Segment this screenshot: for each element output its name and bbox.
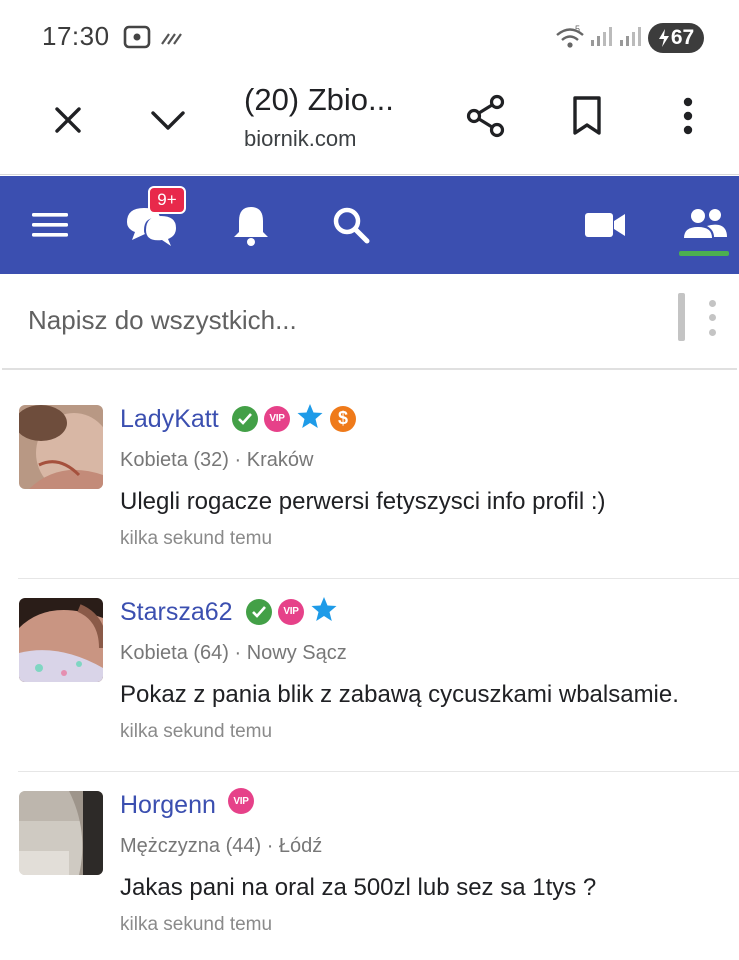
broadcast-message-input[interactable] <box>28 300 628 340</box>
people-icon <box>684 209 727 238</box>
star-icon <box>296 402 324 435</box>
compose-divider <box>678 293 685 341</box>
more-vert-icon <box>708 299 716 307</box>
avatar[interactable] <box>19 405 103 489</box>
feed-post[interactable]: LadyKatt VIP $ Kobieta (32) · Kraków Ule… <box>0 375 739 567</box>
search-icon <box>333 207 370 244</box>
status-bar: 17:30 5 67 <box>0 0 739 74</box>
share-icon <box>466 94 505 138</box>
user-meta: Kobieta (32) · Kraków <box>120 449 314 471</box>
vip-icon: VIP <box>264 405 290 432</box>
post-time: kilka sekund temu <box>120 528 273 549</box>
verified-icon <box>232 405 258 432</box>
compose-more-button[interactable] <box>702 296 722 340</box>
menu-button[interactable] <box>26 202 74 248</box>
site-navigation <box>0 176 739 274</box>
close-icon <box>55 107 81 133</box>
battery-indicator: 67 <box>648 23 704 53</box>
page-url[interactable]: biornik.com <box>244 126 356 152</box>
star-icon <box>310 595 338 628</box>
minimize-custom-tab-button[interactable] <box>144 96 192 144</box>
close-tab-button[interactable] <box>44 96 92 144</box>
compose-bar <box>2 276 737 370</box>
page-title: (20) Zbio... <box>244 82 394 117</box>
user-badges: VIP <box>246 595 338 628</box>
user-badges: VIP <box>228 788 254 814</box>
username-link[interactable]: LadyKatt <box>120 405 219 434</box>
signal-icon <box>618 22 642 57</box>
username-link[interactable]: Starsza62 <box>120 598 233 627</box>
chat-unread-badge: 9+ <box>148 186 186 214</box>
feed-post[interactable]: Horgenn VIP Mężczyzna (44) · Łódź Jakas … <box>0 761 739 953</box>
bell-icon <box>234 207 268 246</box>
svg-text:5: 5 <box>575 24 580 34</box>
bookmark-button[interactable] <box>563 92 611 140</box>
chevron-down-icon <box>151 111 185 130</box>
user-meta: Kobieta (64) · Nowy Sącz <box>120 642 347 664</box>
battery-charging-icon <box>658 29 669 47</box>
video-chat-button[interactable] <box>578 200 632 250</box>
wifi-icon: 5 <box>554 22 586 57</box>
people-button[interactable] <box>678 200 732 248</box>
feed-post[interactable]: Starsza62 VIP Kobieta (64) · Nowy Sącz P… <box>0 568 739 760</box>
battery-level: 67 <box>670 26 695 49</box>
signal-icon <box>589 22 613 57</box>
search-button[interactable] <box>326 200 376 250</box>
post-message: Ulegli rogacze perwersi fetyszysci info … <box>120 488 606 515</box>
dollar-icon: $ <box>330 405 356 432</box>
post-message: Pokaz z pania blik z zabawą cycuszkami w… <box>120 681 679 708</box>
username-link[interactable]: Horgenn <box>120 791 216 820</box>
post-time: kilka sekund temu <box>120 914 273 935</box>
video-camera-icon <box>585 213 625 237</box>
status-time: 17:30 <box>42 21 110 51</box>
avatar[interactable] <box>19 791 103 875</box>
bookmark-icon <box>573 96 601 135</box>
user-meta: Mężczyzna (44) · Łódź <box>120 835 323 857</box>
more-vert-icon <box>683 97 693 135</box>
data-saver-icon <box>158 22 184 57</box>
menu-icon <box>32 213 68 237</box>
active-tab-indicator <box>679 251 729 256</box>
vip-icon: VIP <box>278 598 304 625</box>
share-button[interactable] <box>462 92 510 140</box>
browser-toolbar: (20) Zbio... biornik.com <box>0 74 739 175</box>
post-message: Jakas pani na oral za 500zl lub sez sa 1… <box>120 874 597 901</box>
screenshot-icon <box>122 22 152 57</box>
notifications-button[interactable] <box>226 200 276 250</box>
post-time: kilka sekund temu <box>120 721 273 742</box>
avatar[interactable] <box>19 598 103 682</box>
user-badges: VIP $ <box>232 402 356 435</box>
more-options-button[interactable] <box>664 92 712 140</box>
vip-icon: VIP <box>228 788 254 814</box>
verified-icon <box>246 598 272 625</box>
